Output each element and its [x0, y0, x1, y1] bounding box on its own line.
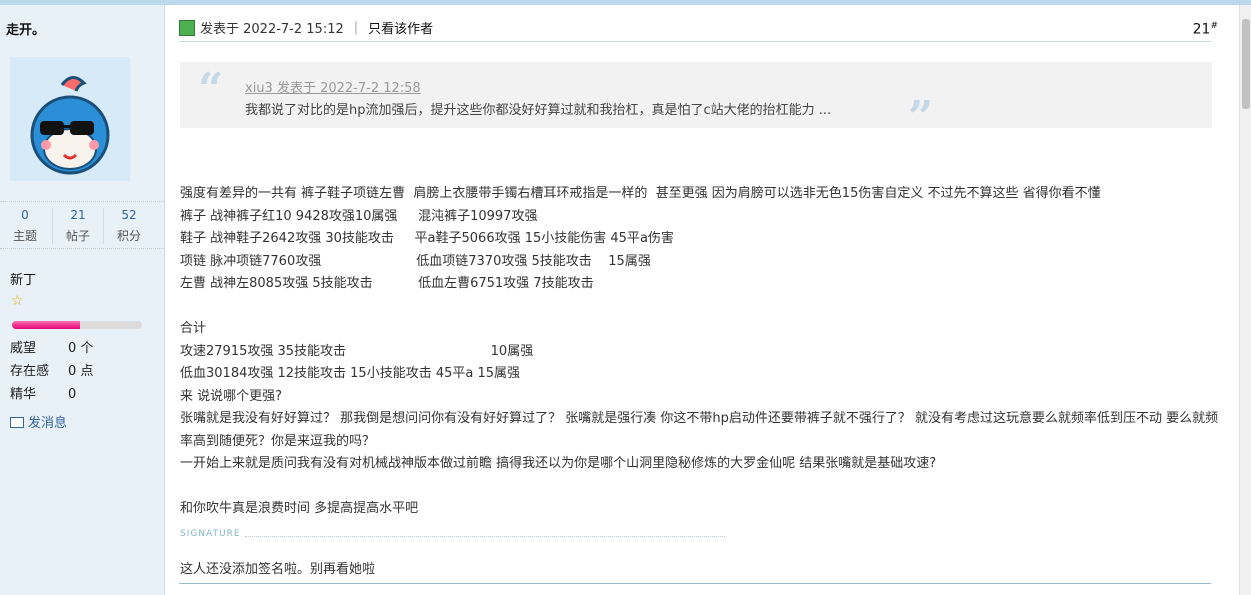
post-body-line: 一开始上来就是质问我有没有对机械战神版本做过前瞻 搞得我还以为你是哪个山洞里隐秘…: [180, 456, 937, 471]
post-body-line: [180, 476, 1220, 499]
stat-threads-value[interactable]: 0: [0, 208, 50, 222]
post-body-line: [180, 296, 1220, 319]
stat-posts[interactable]: 21 帖子: [52, 208, 104, 244]
post-body-line: 攻速27915攻强 35技能攻击 10属强: [180, 343, 534, 359]
post-content: 发表于 2022-7-2 15:12 | 只看该作者 21# “ xiu3 发表…: [165, 5, 1240, 595]
post-body-line: 左曹 战神左8085攻强 5技能攻击 低血左曹6751攻强 7技能攻击: [180, 276, 594, 291]
attr-digest: 精华 0: [10, 383, 76, 402]
stat-credits[interactable]: 52 积分: [104, 208, 154, 244]
header-separator: |: [353, 20, 359, 35]
attr-presence-value: 0 点: [68, 364, 94, 379]
user-rank: 新丁: [10, 273, 37, 288]
post-body-line: 强度有差异的一共有 裤子鞋子项链左曹 肩膀上衣腰带手镯右槽耳环戒指是一样的 甚至…: [180, 186, 1101, 201]
avatar[interactable]: [10, 57, 130, 181]
post-time: 发表于 2022-7-2 15:12: [200, 22, 344, 37]
stat-threads[interactable]: 0 主题: [0, 208, 50, 244]
signature-divider: [245, 536, 725, 537]
author-name[interactable]: 走开。: [6, 19, 45, 38]
header-divider: [179, 41, 1211, 42]
floor-number-value: 21: [1192, 21, 1211, 38]
avatar-image: [10, 57, 130, 181]
post-body-line: 鞋子 战神鞋子2642攻强 30技能攻击 平a鞋子5066攻强 15小技能伤害 …: [180, 231, 674, 246]
attr-prestige-key: 威望: [10, 341, 37, 356]
post-body-line: 张嘴就是我没有好好算过？ 那我倒是想问问你有没有好好算过了？ 张嘴就是强行凑 你…: [180, 411, 1219, 449]
attr-digest-key: 精华: [10, 387, 37, 402]
post-body-line: 合计: [180, 321, 207, 336]
attr-prestige: 威望 0 个: [10, 337, 93, 356]
attr-digest-value: 0: [68, 387, 77, 402]
post-body-line: 裤子 战神裤子红10 9428攻强10属强 混沌裤子10997攻强: [180, 208, 538, 224]
post-body-line: 和你吹牛真是浪费时间 多提高提高水平吧: [180, 501, 419, 516]
level-progress-bar: [12, 321, 142, 329]
send-message-label: 发消息: [28, 416, 68, 431]
author-only-link[interactable]: 只看该作者: [368, 18, 433, 37]
level-progress-fill: [12, 321, 80, 329]
stat-credits-value[interactable]: 52: [104, 208, 154, 222]
signature-label: SIGNATURE: [180, 529, 241, 539]
post-footer-divider: [179, 583, 1211, 584]
floor-hash: #: [1210, 21, 1218, 31]
vertical-scrollbar[interactable]: [1239, 5, 1251, 595]
send-message-link[interactable]: 发消息: [10, 412, 67, 431]
open-quote-icon: “: [198, 64, 224, 115]
author-sidebar: 走开。 0 主题 21 帖子 52 积分 新丁 ☆ 威望 0 个 存在感 0 点…: [0, 5, 165, 595]
stat-threads-label: 主题: [12, 229, 37, 243]
attr-prestige-value: 0 个: [68, 341, 94, 356]
post-header: 发表于 2022-7-2 15:12 | 只看该作者: [179, 18, 433, 37]
star-icon: ☆: [11, 293, 24, 309]
online-status-icon: [179, 19, 195, 36]
author-stats: 0 主题 21 帖子 52 积分: [0, 201, 164, 249]
stat-posts-label: 帖子: [65, 229, 90, 243]
post-body-line: 低血30184攻强 12技能攻击 15小技能攻击 45平a 15属强: [180, 366, 521, 381]
signature-text: 这人还没添加签名啦。别再看她啦: [180, 562, 376, 577]
floor-number[interactable]: 21#: [1193, 21, 1218, 38]
scrollbar-thumb[interactable]: [1242, 19, 1250, 109]
post-body: 强度有差异的一共有 裤子鞋子项链左曹 肩膀上衣腰带手镯右槽耳环戒指是一样的 甚至…: [180, 183, 1220, 521]
attr-presence-key: 存在感: [10, 364, 50, 379]
quote-block: “ xiu3 发表于 2022-7-2 12:58 我都说了对比的是hp流加强后…: [180, 62, 1212, 140]
envelope-icon: [10, 417, 24, 428]
post-body-line: 项链 脉冲项链7760攻强 低血项链7370攻强 5技能攻击 15属强: [180, 253, 651, 269]
close-quote-icon: ”: [908, 92, 934, 143]
quote-source-link[interactable]: xiu3 发表于 2022-7-2 12:58: [245, 77, 421, 96]
stat-credits-label: 积分: [116, 229, 141, 243]
attr-presence: 存在感 0 点: [10, 360, 93, 379]
quote-text: 我都说了对比的是hp流加强后，提升这些你都没好好算过就和我抬杠，真是怕了c站大佬…: [245, 103, 832, 118]
stat-posts-value[interactable]: 21: [53, 208, 103, 222]
post-body-line: 来 说说哪个更强?: [180, 388, 283, 404]
